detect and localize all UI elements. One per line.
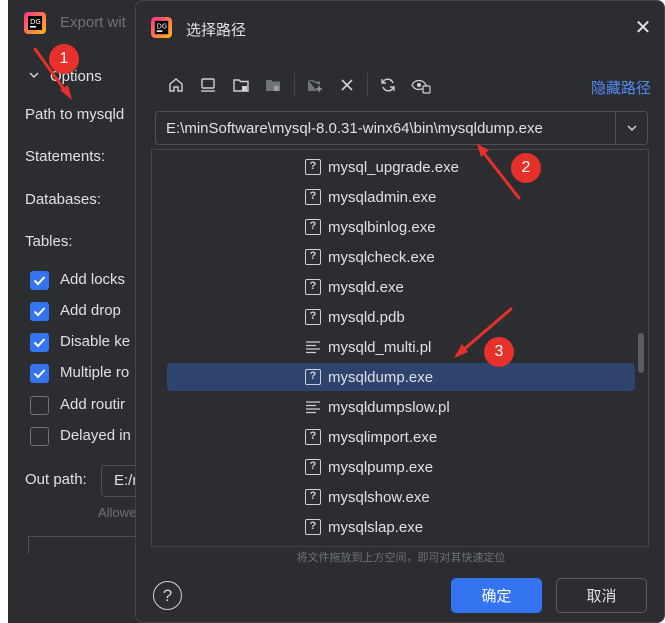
checkbox-add-locks[interactable]: [30, 271, 49, 290]
file-name: mysqladmin.exe: [328, 188, 437, 206]
file-row-mysqladmin[interactable]: ? mysqladmin.exe: [167, 183, 635, 211]
unknown-file-icon: ?: [305, 189, 321, 205]
checkbox-label: Disable ke: [60, 333, 131, 350]
choose-path-dialog: DG 选择路径 ✕ 隐藏路径 ? mysql_upgrade.e: [135, 0, 665, 623]
file-name: mysqlslap.exe: [328, 518, 424, 536]
databases-label: Databases:: [25, 191, 101, 208]
checkbox-disable-keys[interactable]: [30, 333, 49, 352]
show-hidden-icon[interactable]: [410, 74, 432, 96]
tables-label: Tables:: [25, 233, 73, 250]
unknown-file-icon: ?: [305, 309, 321, 325]
file-row-mysqlimport[interactable]: ? mysqlimport.exe: [167, 423, 635, 451]
file-row-mysqld-exe[interactable]: ? mysqld.exe: [167, 273, 635, 301]
export-window-title: Export wit: [60, 14, 126, 31]
app-logo: DG: [24, 10, 46, 36]
out-path-label: Out path:: [25, 471, 87, 488]
unknown-file-icon: ?: [305, 279, 321, 295]
cancel-button[interactable]: 取消: [556, 578, 647, 613]
toolbar-separator: [294, 73, 295, 97]
bottom-field[interactable]: [28, 536, 143, 554]
checkbox-add-routines[interactable]: [30, 396, 49, 415]
checkbox-label: Multiple ro: [60, 364, 130, 381]
file-tree[interactable]: ? mysql_upgrade.exe ? mysqladmin.exe ? m…: [151, 149, 649, 547]
unknown-file-icon: ?: [305, 369, 321, 385]
file-row-mysqlpump[interactable]: ? mysqlpump.exe: [167, 453, 635, 481]
file-row-mysqlslap[interactable]: ? mysqlslap.exe: [167, 513, 635, 541]
export-window: DG Export wit Options Path to mysqld Sta…: [8, 0, 143, 623]
file-name: mysqlshow.exe: [328, 488, 430, 506]
chevron-down-icon: [28, 68, 40, 85]
unknown-file-icon: ?: [305, 489, 321, 505]
dialog-title: 选择路径: [186, 22, 247, 39]
file-name: mysqlcheck.exe: [328, 248, 435, 266]
unknown-file-icon: ?: [305, 459, 321, 475]
file-row-mysqlcheck[interactable]: ? mysqlcheck.exe: [167, 243, 635, 271]
file-name: mysqld.exe: [328, 278, 404, 296]
drop-hint: 将文件拖放到上方空间，即可对其快速定位: [296, 552, 506, 564]
new-folder-icon[interactable]: [304, 74, 326, 96]
file-name: mysqld.pdb: [328, 308, 405, 326]
checkbox-add-drop[interactable]: [30, 302, 49, 321]
scrollbar-thumb[interactable]: [638, 333, 644, 373]
file-name: mysql_upgrade.exe: [328, 158, 459, 176]
checkbox-label: Delayed in: [60, 427, 131, 444]
checkbox-label: Add routir: [60, 396, 126, 413]
statements-label: Statements:: [25, 148, 106, 165]
file-name: mysqldump.exe: [328, 368, 434, 386]
text-file-icon: [305, 399, 321, 415]
project-folder-icon[interactable]: [230, 74, 252, 96]
allowed-hint: Allowe: [98, 505, 137, 520]
annotation-badge: 1: [49, 44, 79, 74]
module-folder-icon[interactable]: [262, 74, 284, 96]
delete-icon[interactable]: [336, 74, 358, 96]
close-icon[interactable]: ✕: [633, 18, 653, 38]
annotation-badge: 3: [484, 337, 514, 367]
checkbox-delayed-inserts[interactable]: [30, 427, 49, 446]
file-row-mysqld-multi[interactable]: mysqld_multi.pl: [167, 333, 635, 361]
file-row-mysqlbinlog[interactable]: ? mysqlbinlog.exe: [167, 213, 635, 241]
datagrip-logo-icon: DG: [24, 12, 46, 34]
svg-text:DG: DG: [30, 18, 41, 26]
file-row-mysqldump[interactable]: ? mysqldump.exe: [167, 363, 635, 391]
home-icon[interactable]: [165, 74, 187, 96]
unknown-file-icon: ?: [305, 249, 321, 265]
file-row-mysqlshow[interactable]: ? mysqlshow.exe: [167, 483, 635, 511]
file-name: mysqlbinlog.exe: [328, 218, 436, 236]
path-to-mysqldump-label: Path to mysqld: [25, 106, 125, 123]
checkbox-label: Add drop: [60, 302, 121, 319]
file-name: mysqlimport.exe: [328, 428, 438, 446]
unknown-file-icon: ?: [305, 429, 321, 445]
file-row-mysqldumpslow[interactable]: mysqldumpslow.pl: [167, 393, 635, 421]
toolbar-separator: [367, 73, 368, 97]
chevron-down-icon[interactable]: [615, 112, 648, 144]
file-name: mysqld_multi.pl: [328, 338, 432, 356]
hide-path-link[interactable]: 隐藏路径: [591, 77, 651, 98]
path-input[interactable]: [156, 112, 615, 144]
checkbox-multiple-rows[interactable]: [30, 364, 49, 383]
refresh-icon[interactable]: [377, 74, 399, 96]
unknown-file-icon: ?: [305, 219, 321, 235]
unknown-file-icon: ?: [305, 159, 321, 175]
path-combo[interactable]: [155, 111, 648, 145]
datagrip-logo-icon: DG: [151, 17, 172, 38]
checkbox-label: Add locks: [60, 271, 126, 288]
text-file-icon: [305, 339, 321, 355]
annotation-badge: 2: [511, 153, 541, 183]
unknown-file-icon: ?: [305, 519, 321, 535]
desktop-icon[interactable]: [197, 74, 219, 96]
file-name: mysqldumpslow.pl: [328, 398, 450, 416]
svg-text:DG: DG: [157, 22, 167, 30]
file-row-mysqld-pdb[interactable]: ? mysqld.pdb: [167, 303, 635, 331]
file-name: mysqlpump.exe: [328, 458, 434, 476]
ok-button[interactable]: 确定: [451, 578, 542, 613]
file-row-mysql-upgrade[interactable]: ? mysql_upgrade.exe: [167, 153, 635, 181]
help-button[interactable]: ?: [153, 581, 182, 610]
